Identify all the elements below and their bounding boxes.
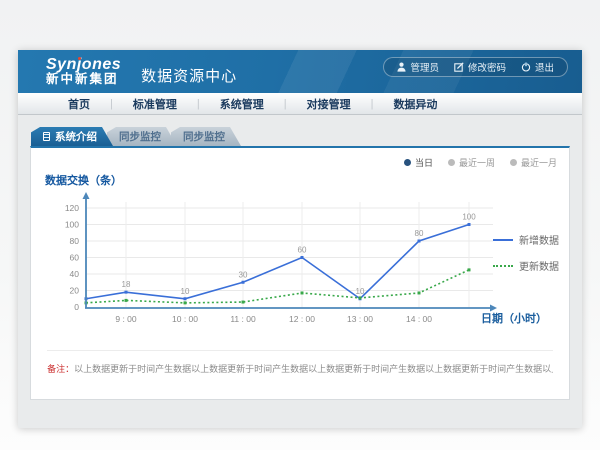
filter-last-week[interactable]: 最近一周	[448, 156, 495, 169]
filter-last-month[interactable]: 最近一月	[510, 156, 557, 169]
tab-sync-monitor-1[interactable]: 同步监控	[107, 127, 177, 146]
legend-new-data[interactable]: 新增数据	[493, 232, 559, 247]
change-password-button[interactable]: 修改密码	[454, 60, 506, 74]
edit-icon	[454, 62, 464, 72]
page-title: 数据资源中心	[141, 65, 237, 86]
nav-item-system-mgmt[interactable]: 系统管理	[200, 96, 284, 112]
user-icon	[397, 62, 406, 72]
svg-text:60: 60	[298, 246, 307, 255]
document-icon	[43, 132, 50, 141]
svg-text:40: 40	[70, 269, 80, 279]
note-text: 以上数据更新于时间产生数据以上数据更新于时间产生数据以上数据更新于时间产生数据以…	[74, 364, 553, 374]
series-legend: 新增数据 更新数据	[493, 232, 559, 273]
svg-text:30: 30	[239, 270, 248, 279]
radio-dot-icon	[510, 159, 517, 166]
user-menu[interactable]: 管理员	[397, 60, 439, 74]
brand-logo: Synjones 新中新集团	[46, 57, 121, 87]
svg-text:11 : 00: 11 : 00	[230, 314, 256, 324]
user-name: 管理员	[410, 60, 439, 74]
svg-text:80: 80	[415, 229, 424, 238]
app-header: Synjones 新中新集团 数据资源中心 管理员	[18, 50, 582, 93]
user-toolbar: 管理员 修改密码 退出	[383, 57, 568, 77]
dotted-line-icon	[493, 265, 513, 267]
screen: Synjones 新中新集团 数据资源中心 管理员	[0, 0, 600, 450]
radio-dot-icon	[404, 159, 411, 166]
svg-text:10: 10	[181, 287, 190, 296]
svg-text:13 : 00: 13 : 00	[347, 314, 373, 324]
y-axis-title: 数据交换（条）	[45, 172, 122, 188]
time-range-filter: 当日 最近一周 最近一月	[404, 156, 557, 169]
legend-updated-data[interactable]: 更新数据	[493, 258, 559, 273]
svg-text:12 : 00: 12 : 00	[289, 314, 315, 324]
svg-text:20: 20	[70, 286, 80, 296]
nav-item-interface-mgmt[interactable]: 对接管理	[287, 96, 371, 112]
brand-red-dot	[78, 57, 81, 60]
svg-text:80: 80	[70, 236, 80, 246]
svg-text:60: 60	[70, 253, 80, 263]
nav-item-standard-mgmt[interactable]: 标准管理	[113, 96, 197, 112]
brand-name-en: Synjones	[46, 57, 121, 74]
nav-item-data-change[interactable]: 数据异动	[373, 96, 457, 112]
app-window: Synjones 新中新集团 数据资源中心 管理员	[18, 50, 582, 428]
svg-text:120: 120	[65, 203, 79, 213]
line-chart: 日期（小时） 0 20 40 60 80 100 120 9 : 00 10 : 00 11 : …	[31, 188, 571, 338]
tab-bar: 系统介绍 同步监控 同步监控	[31, 127, 582, 146]
svg-text:10 : 00: 10 : 00	[172, 314, 198, 324]
filter-today[interactable]: 当日	[404, 156, 433, 169]
logout-button[interactable]: 退出	[521, 60, 554, 74]
content-area: 系统介绍 同步监控 同步监控 当日 最近一周	[18, 115, 582, 400]
svg-text:0: 0	[74, 302, 79, 312]
main-nav: 首页 | 标准管理 | 系统管理 | 对接管理 | 数据异动	[18, 93, 582, 115]
svg-text:100: 100	[462, 213, 476, 222]
tab-sync-monitor-2[interactable]: 同步监控	[171, 127, 241, 146]
x-axis-title: 日期（小时）	[481, 311, 547, 325]
svg-text:9 : 00: 9 : 00	[115, 314, 137, 324]
chart-panel: 当日 最近一周 最近一月 数据交换（条） 日期（小时） 0 20 40 60 80 100…	[30, 146, 570, 400]
svg-text:14 : 00: 14 : 00	[406, 314, 432, 324]
svg-text:10: 10	[356, 287, 365, 296]
radio-dot-icon	[448, 159, 455, 166]
note-prefix: 备注：	[47, 364, 74, 374]
nav-item-home[interactable]: 首页	[48, 96, 110, 112]
svg-text:18: 18	[122, 280, 131, 289]
footer-note: 备注：以上数据更新于时间产生数据以上数据更新于时间产生数据以上数据更新于时间产生…	[47, 350, 553, 375]
power-icon	[521, 62, 531, 72]
tab-system-intro[interactable]: 系统介绍	[31, 127, 113, 146]
svg-text:100: 100	[65, 220, 79, 230]
solid-line-icon	[493, 239, 513, 241]
brand-name-cn: 新中新集团	[46, 73, 121, 86]
